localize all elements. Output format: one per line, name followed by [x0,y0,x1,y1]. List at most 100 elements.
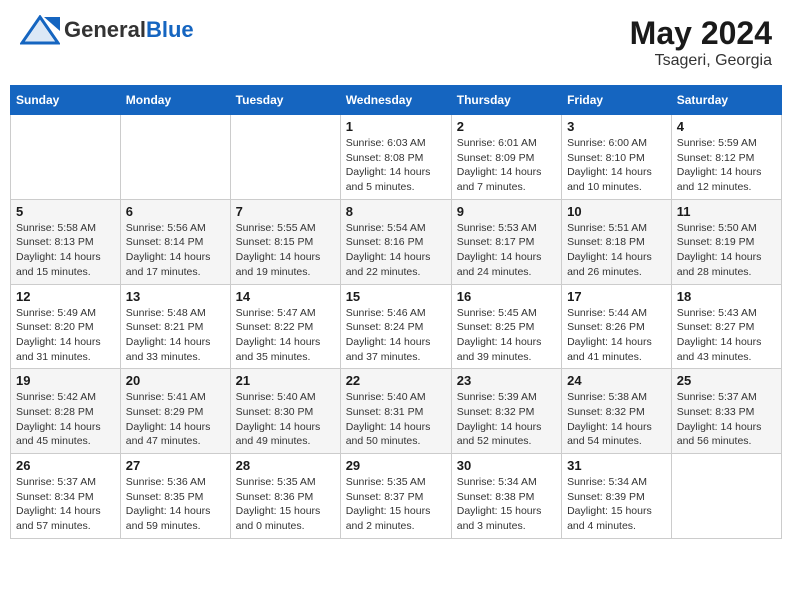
calendar-cell: 27 Sunrise: 5:36 AMSunset: 8:35 PMDayligh… [120,454,230,539]
day-of-week-header: Monday [120,86,230,115]
page-header: GeneralBlue May 2024 Tsageri, Georgia [10,10,782,75]
sunrise-text: Sunrise: 5:56 AM [126,222,206,234]
day-number: 22 [346,373,446,388]
sunrise-text: Sunrise: 5:34 AM [567,476,647,488]
sunrise-text: Sunrise: 6:01 AM [457,137,537,149]
calendar-header-row: SundayMondayTuesdayWednesdayThursdayFrid… [11,86,782,115]
day-number: 14 [236,289,335,304]
day-number: 17 [567,289,666,304]
sunset-text: Sunset: 8:14 PM [126,236,204,248]
daylight-text: Daylight: 14 hours and 19 minutes. [236,251,321,278]
daylight-text: Daylight: 14 hours and 12 minutes. [677,166,762,193]
day-number: 1 [346,119,446,134]
sunrise-text: Sunrise: 5:43 AM [677,307,757,319]
day-of-week-header: Tuesday [230,86,340,115]
day-number: 19 [16,373,115,388]
day-number: 18 [677,289,776,304]
calendar-cell: 12 Sunrise: 5:49 AMSunset: 8:20 PMDayligh… [11,284,121,369]
day-number: 30 [457,458,556,473]
day-number: 21 [236,373,335,388]
sunset-text: Sunset: 8:16 PM [346,236,424,248]
daylight-text: Daylight: 15 hours and 2 minutes. [346,505,431,532]
day-info: Sunrise: 5:58 AMSunset: 8:13 PMDaylight:… [16,221,115,280]
day-info: Sunrise: 5:41 AMSunset: 8:29 PMDaylight:… [126,390,225,449]
daylight-text: Daylight: 14 hours and 5 minutes. [346,166,431,193]
calendar-cell: 18Sunrise: 5:43 AMSunset: 8:27 PMDayligh… [671,284,781,369]
day-info: Sunrise: 5:37 AMSunset: 8:33 PMDaylight:… [677,390,776,449]
day-number: 3 [567,119,666,134]
calendar-cell: 6Sunrise: 5:56 AMSunset: 8:14 PMDaylight… [120,199,230,284]
daylight-text: Daylight: 14 hours and 41 minutes. [567,336,652,363]
sunrise-text: Sunrise: 5:42 AM [16,391,96,403]
daylight-text: Daylight: 14 hours and 10 minutes. [567,166,652,193]
calendar-week-row: 5 Sunrise: 5:58 AMSunset: 8:13 PMDaylight… [11,199,782,284]
sunrise-text: Sunrise: 5:54 AM [346,222,426,234]
sunrise-text: Sunrise: 5:37 AM [677,391,757,403]
day-info: Sunrise: 5:35 AMSunset: 8:37 PMDaylight:… [346,475,446,534]
calendar-cell: 22Sunrise: 5:40 AMSunset: 8:31 PMDayligh… [340,369,451,454]
day-info: Sunrise: 6:03 AMSunset: 8:08 PMDaylight:… [346,136,446,195]
sunrise-text: Sunrise: 5:41 AM [126,391,206,403]
sunrise-text: Sunrise: 5:51 AM [567,222,647,234]
sunset-text: Sunset: 8:25 PM [457,321,535,333]
sunset-text: Sunset: 8:30 PM [236,406,314,418]
day-number: 12 [16,289,115,304]
daylight-text: Daylight: 14 hours and 33 minutes. [126,336,211,363]
calendar-cell: 5 Sunrise: 5:58 AMSunset: 8:13 PMDaylight… [11,199,121,284]
daylight-text: Daylight: 14 hours and 43 minutes. [677,336,762,363]
daylight-text: Daylight: 14 hours and 50 minutes. [346,421,431,448]
daylight-text: Daylight: 14 hours and 15 minutes. [16,251,101,278]
sunset-text: Sunset: 8:15 PM [236,236,314,248]
day-number: 28 [236,458,335,473]
day-info: Sunrise: 5:49 AMSunset: 8:20 PMDaylight:… [16,306,115,365]
sunset-text: Sunset: 8:39 PM [567,491,645,503]
logo: GeneralBlue [20,15,194,45]
daylight-text: Daylight: 14 hours and 7 minutes. [457,166,542,193]
sunset-text: Sunset: 8:37 PM [346,491,424,503]
day-info: Sunrise: 5:59 AMSunset: 8:12 PMDaylight:… [677,136,776,195]
day-number: 23 [457,373,556,388]
sunset-text: Sunset: 8:36 PM [236,491,314,503]
day-info: Sunrise: 5:48 AMSunset: 8:21 PMDaylight:… [126,306,225,365]
sunset-text: Sunset: 8:18 PM [567,236,645,248]
day-info: Sunrise: 5:50 AMSunset: 8:19 PMDaylight:… [677,221,776,280]
sunrise-text: Sunrise: 5:34 AM [457,476,537,488]
day-number: 25 [677,373,776,388]
month-title: May 2024 [630,15,772,52]
calendar-cell: 2Sunrise: 6:01 AMSunset: 8:09 PMDaylight… [451,115,561,200]
daylight-text: Daylight: 15 hours and 4 minutes. [567,505,652,532]
sunset-text: Sunset: 8:31 PM [346,406,424,418]
calendar-cell [671,454,781,539]
daylight-text: Daylight: 14 hours and 45 minutes. [16,421,101,448]
sunrise-text: Sunrise: 5:49 AM [16,307,96,319]
day-info: Sunrise: 5:47 AMSunset: 8:22 PMDaylight:… [236,306,335,365]
day-info: Sunrise: 5:35 AMSunset: 8:36 PMDaylight:… [236,475,335,534]
sunset-text: Sunset: 8:38 PM [457,491,535,503]
calendar-cell: 19Sunrise: 5:42 AMSunset: 8:28 PMDayligh… [11,369,121,454]
sunrise-text: Sunrise: 5:36 AM [126,476,206,488]
sunrise-text: Sunrise: 5:59 AM [677,137,757,149]
day-number: 5 [16,204,115,219]
day-info: Sunrise: 5:36 AMSunset: 8:35 PMDaylight:… [126,475,225,534]
calendar-cell: 13Sunrise: 5:48 AMSunset: 8:21 PMDayligh… [120,284,230,369]
calendar-cell: 14 Sunrise: 5:47 AMSunset: 8:22 PMDayligh… [230,284,340,369]
day-number: 27 [126,458,225,473]
daylight-text: Daylight: 14 hours and 52 minutes. [457,421,542,448]
calendar-cell: 10Sunrise: 5:51 AMSunset: 8:18 PMDayligh… [562,199,672,284]
calendar-cell: 25 Sunrise: 5:37 AMSunset: 8:33 PMDayligh… [671,369,781,454]
daylight-text: Daylight: 14 hours and 31 minutes. [16,336,101,363]
day-info: Sunrise: 6:01 AMSunset: 8:09 PMDaylight:… [457,136,556,195]
sunset-text: Sunset: 8:26 PM [567,321,645,333]
day-number: 8 [346,204,446,219]
sunrise-text: Sunrise: 5:48 AM [126,307,206,319]
daylight-text: Daylight: 14 hours and 47 minutes. [126,421,211,448]
sunset-text: Sunset: 8:32 PM [567,406,645,418]
calendar-cell: 17Sunrise: 5:44 AMSunset: 8:26 PMDayligh… [562,284,672,369]
day-of-week-header: Wednesday [340,86,451,115]
daylight-text: Daylight: 14 hours and 57 minutes. [16,505,101,532]
calendar-cell: 3Sunrise: 6:00 AMSunset: 8:10 PMDaylight… [562,115,672,200]
sunrise-text: Sunrise: 5:47 AM [236,307,316,319]
daylight-text: Daylight: 14 hours and 59 minutes. [126,505,211,532]
daylight-text: Daylight: 14 hours and 54 minutes. [567,421,652,448]
day-info: Sunrise: 5:55 AMSunset: 8:15 PMDaylight:… [236,221,335,280]
